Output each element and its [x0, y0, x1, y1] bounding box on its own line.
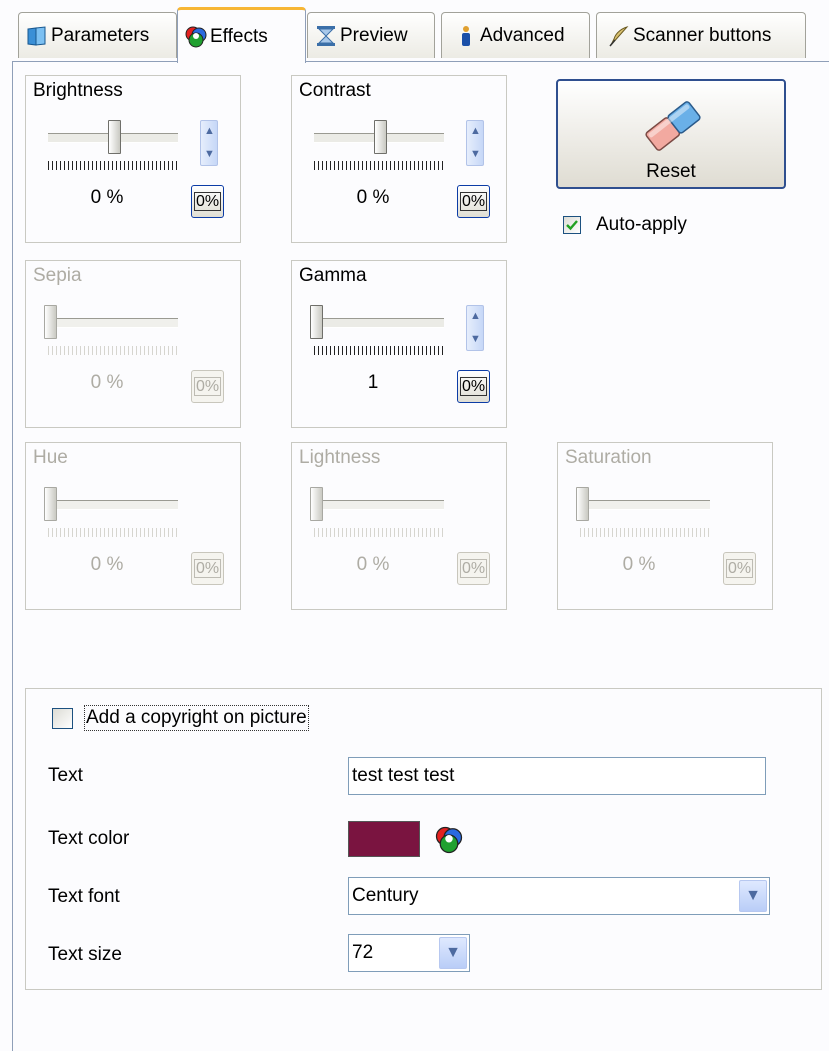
- saturation-reset-button: 0%: [723, 552, 756, 585]
- text-font-label: Text font: [48, 886, 120, 907]
- brightness-reset-button[interactable]: 0%: [191, 185, 224, 218]
- hue-slider-ticks: [48, 528, 178, 537]
- contrast-slider-thumb[interactable]: [374, 120, 387, 154]
- text-size-select[interactable]: 72 ▼: [348, 934, 470, 972]
- sepia-slider-track: [48, 318, 178, 328]
- saturation-slider-ticks: [580, 528, 710, 537]
- tab-strip: Parameters Effects Preview Advanced Scan…: [0, 0, 829, 63]
- saturation-slider-thumb: [576, 487, 589, 521]
- lightness-reset-button: 0%: [457, 552, 490, 585]
- brightness-slider-ticks: [48, 161, 178, 170]
- tab-scanner-buttons-label: Scanner buttons: [633, 24, 772, 46]
- lightness-group: Lightness 0 % 0%: [291, 442, 507, 610]
- reset-button[interactable]: Reset: [556, 79, 786, 189]
- gamma-slider-thumb[interactable]: [310, 305, 323, 339]
- tab-effects-label: Effects: [210, 25, 268, 47]
- figure-icon: [462, 25, 470, 46]
- auto-apply-label[interactable]: Auto-apply: [596, 214, 687, 236]
- color-wheel-icon: [185, 26, 207, 47]
- gamma-group: Gamma ▲ ▼ 1 0%: [291, 260, 507, 428]
- brightness-value: 0 %: [90, 187, 124, 208]
- text-size-label: Text size: [48, 944, 122, 965]
- gamma-slider-track[interactable]: [314, 318, 444, 328]
- sepia-reset-button: 0%: [191, 370, 224, 403]
- gamma-reset-button[interactable]: 0%: [457, 370, 490, 403]
- copyright-checkbox-label[interactable]: Add a copyright on picture: [84, 705, 309, 731]
- gamma-spinner[interactable]: ▲ ▼: [466, 305, 484, 351]
- gamma-label: Gamma: [299, 265, 367, 286]
- lightness-label: Lightness: [299, 447, 381, 468]
- brightness-label: Brightness: [33, 80, 123, 101]
- chevron-down-icon[interactable]: ▼: [470, 334, 481, 345]
- contrast-slider-ticks: [314, 161, 444, 170]
- contrast-group: Contrast ▲ ▼ 0 % 0%: [291, 75, 507, 243]
- chevron-up-icon[interactable]: ▲: [470, 126, 481, 137]
- tab-parameters[interactable]: Parameters: [18, 12, 177, 58]
- gamma-slider-ticks: [314, 346, 444, 355]
- gamma-value: 1: [367, 372, 379, 393]
- text-size-value: 72: [352, 942, 374, 963]
- lightness-slider-ticks: [314, 528, 444, 537]
- book-icon: [27, 25, 46, 46]
- hue-label: Hue: [33, 447, 68, 468]
- auto-apply-checkbox[interactable]: [563, 216, 581, 234]
- brightness-slider-thumb[interactable]: [108, 120, 121, 154]
- color-wheel-icon[interactable]: [434, 825, 464, 855]
- tab-advanced[interactable]: Advanced: [441, 12, 590, 58]
- hourglass-icon: [317, 25, 335, 46]
- hue-value: 0 %: [90, 554, 124, 575]
- tab-parameters-label: Parameters: [51, 24, 150, 46]
- chevron-down-icon[interactable]: ▼: [470, 149, 481, 160]
- check-icon: [566, 220, 578, 231]
- text-font-value: Century: [352, 885, 419, 906]
- text-input[interactable]: test test test: [348, 757, 766, 795]
- chevron-down-icon[interactable]: ▼: [204, 149, 215, 160]
- lightness-slider-thumb: [310, 487, 323, 521]
- contrast-value: 0 %: [356, 187, 390, 208]
- copyright-group: Add a copyright on picture Text test tes…: [25, 688, 822, 990]
- sepia-group: Sepia 0 % 0%: [25, 260, 241, 428]
- tab-scanner-buttons[interactable]: Scanner buttons: [596, 12, 806, 58]
- sepia-slider-ticks: [48, 346, 178, 355]
- saturation-group: Saturation 0 % 0%: [557, 442, 773, 610]
- hue-slider-thumb: [44, 487, 57, 521]
- brightness-group: Brightness ▲ ▼ 0 % 0%: [25, 75, 241, 243]
- brightness-spinner[interactable]: ▲ ▼: [200, 120, 218, 166]
- chevron-down-icon[interactable]: ▼: [739, 880, 767, 912]
- chevron-up-icon[interactable]: ▲: [204, 126, 215, 137]
- quill-icon: [609, 25, 629, 46]
- contrast-label: Contrast: [299, 80, 371, 101]
- tab-effects[interactable]: Effects: [177, 7, 306, 63]
- reset-label: Reset: [646, 161, 696, 182]
- tab-preview[interactable]: Preview: [307, 12, 435, 58]
- chevron-up-icon[interactable]: ▲: [470, 311, 481, 322]
- lightness-slider-track: [314, 500, 444, 510]
- contrast-reset-button[interactable]: 0%: [457, 185, 490, 218]
- tab-preview-label: Preview: [340, 24, 408, 46]
- eraser-icon: [645, 101, 701, 151]
- sepia-value: 0 %: [90, 372, 124, 393]
- sepia-slider-thumb: [44, 305, 57, 339]
- hue-reset-button: 0%: [191, 552, 224, 585]
- chevron-down-icon[interactable]: ▼: [439, 937, 467, 969]
- saturation-value: 0 %: [622, 554, 656, 575]
- lightness-value: 0 %: [356, 554, 390, 575]
- sepia-label: Sepia: [33, 265, 82, 286]
- contrast-spinner[interactable]: ▲ ▼: [466, 120, 484, 166]
- text-color-label: Text color: [48, 828, 130, 849]
- text-label: Text: [48, 765, 83, 786]
- text-font-select[interactable]: Century ▼: [348, 877, 770, 915]
- text-color-swatch[interactable]: [348, 821, 420, 857]
- hue-group: Hue 0 % 0%: [25, 442, 241, 610]
- copyright-checkbox[interactable]: [52, 708, 73, 729]
- saturation-slider-track: [580, 500, 710, 510]
- hue-slider-track: [48, 500, 178, 510]
- tab-advanced-label: Advanced: [480, 24, 565, 46]
- saturation-label: Saturation: [565, 447, 652, 468]
